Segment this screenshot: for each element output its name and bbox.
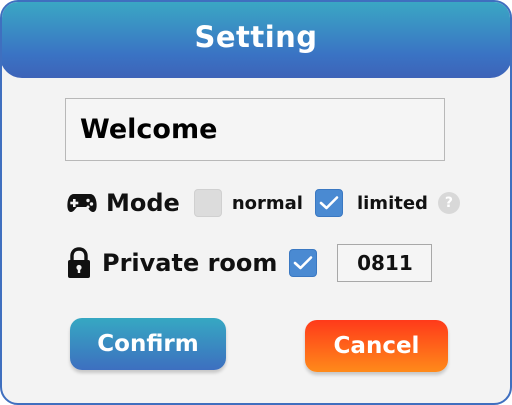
mode-label: Mode [106, 189, 180, 217]
cancel-button[interactable]: Cancel [305, 320, 448, 372]
confirm-button[interactable]: Confirm [70, 318, 226, 370]
normal-label: normal [231, 192, 303, 214]
gamepad-icon [66, 188, 98, 218]
dialog-title: Setting [194, 20, 318, 54]
lock-icon [66, 246, 92, 280]
title-bar: Setting [2, 2, 510, 78]
limited-label: limited [356, 192, 428, 214]
room-name-input[interactable]: Welcome [65, 98, 445, 161]
check-icon [319, 196, 339, 210]
private-room-label: Private room [102, 249, 278, 277]
settings-dialog: Setting Welcome Mode normal limited ? Pr… [0, 0, 512, 405]
room-code-input[interactable]: 0811 [337, 244, 433, 282]
limited-checkbox[interactable] [314, 189, 343, 217]
mode-row: Mode normal limited ? [66, 186, 460, 220]
question-icon[interactable]: ? [437, 192, 460, 214]
private-room-row: Private room 0811 [66, 243, 433, 283]
normal-checkbox[interactable] [193, 189, 222, 217]
private-room-checkbox[interactable] [289, 249, 318, 277]
check-icon [294, 256, 313, 270]
room-name-value: Welcome [80, 114, 218, 145]
